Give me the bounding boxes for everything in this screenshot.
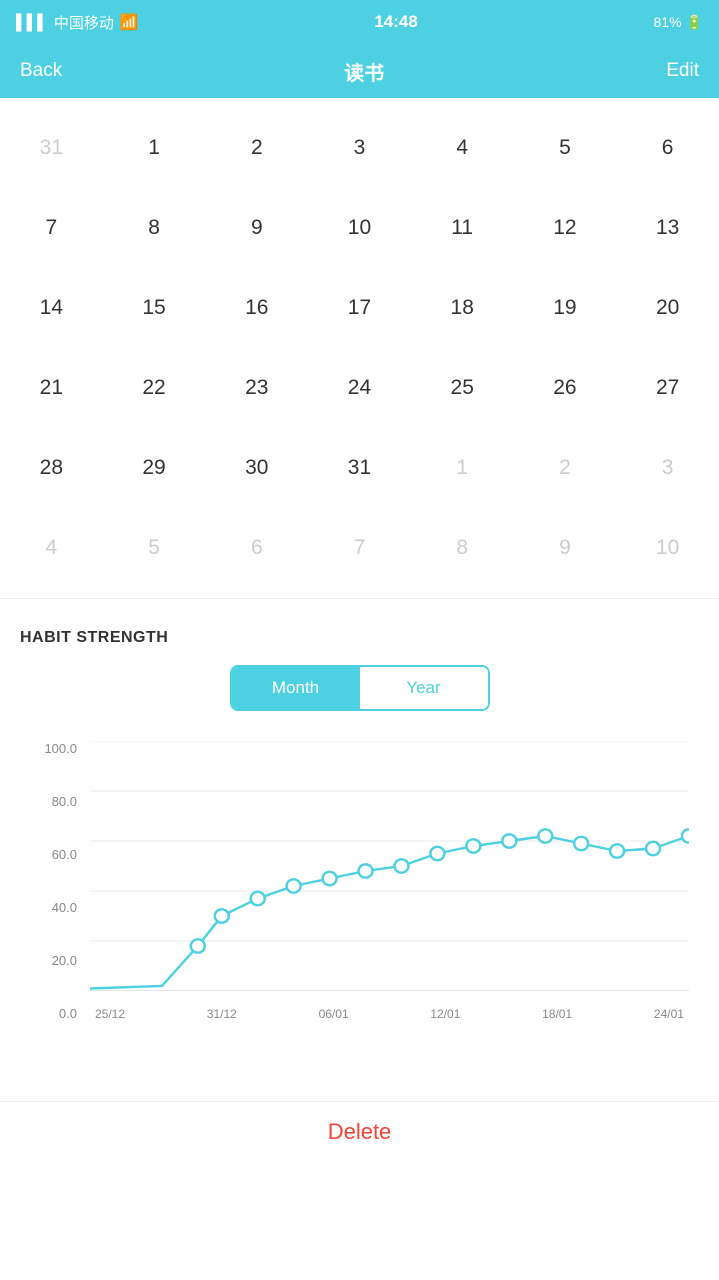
- wifi-icon: 📶: [120, 13, 139, 31]
- habit-strength-title: HABIT STRENGTH: [20, 629, 699, 647]
- calendar-day[interactable]: 10: [308, 188, 411, 268]
- calendar-day[interactable]: 20: [616, 268, 719, 348]
- calendar-day[interactable]: 29: [103, 428, 206, 508]
- x-axis-label: 25/12: [95, 1007, 125, 1021]
- calendar-day[interactable]: 6: [205, 508, 308, 588]
- status-time: 14:48: [374, 12, 417, 32]
- status-bar: ▌▌▌ 中国移动 📶 14:48 81% 🔋: [0, 0, 719, 44]
- chart-container: 100.0 80.0 60.0 40.0 20.0 0.0 25/12 31/12 06/01…: [20, 731, 699, 1071]
- calendar-day[interactable]: 19: [514, 268, 617, 348]
- x-axis-labels: 25/12 31/12 06/01 12/01 18/01 24/01: [90, 1007, 689, 1021]
- calendar-day[interactable]: 25: [411, 348, 514, 428]
- bottom-bar: Delete: [0, 1101, 719, 1161]
- calendar-day[interactable]: 4: [411, 108, 514, 188]
- calendar-section: 3112345678910111213141516171819202122232…: [0, 98, 719, 588]
- x-axis-label: 31/12: [207, 1007, 237, 1021]
- calendar-day[interactable]: 9: [514, 508, 617, 588]
- calendar-day[interactable]: 2: [205, 108, 308, 188]
- line-chart: [90, 741, 689, 991]
- calendar-day[interactable]: 14: [0, 268, 103, 348]
- calendar-day[interactable]: 11: [411, 188, 514, 268]
- toggle-group: Month Year: [230, 665, 490, 711]
- x-axis-label: 06/01: [319, 1007, 349, 1021]
- calendar-day[interactable]: 7: [308, 508, 411, 588]
- calendar-day[interactable]: 1: [411, 428, 514, 508]
- calendar-day[interactable]: 9: [205, 188, 308, 268]
- back-button[interactable]: Back: [20, 60, 62, 82]
- calendar-day[interactable]: 8: [103, 188, 206, 268]
- calendar-day[interactable]: 21: [0, 348, 103, 428]
- calendar-day[interactable]: 3: [308, 108, 411, 188]
- calendar-day[interactable]: 31: [308, 428, 411, 508]
- calendar-day[interactable]: 18: [411, 268, 514, 348]
- calendar-day[interactable]: 22: [103, 348, 206, 428]
- status-left: ▌▌▌ 中国移动 📶: [16, 12, 139, 33]
- calendar-day[interactable]: 4: [0, 508, 103, 588]
- calendar-day[interactable]: 23: [205, 348, 308, 428]
- y-axis-label: 100.0: [44, 741, 77, 756]
- calendar-day[interactable]: 5: [514, 108, 617, 188]
- calendar-day[interactable]: 26: [514, 348, 617, 428]
- calendar-day[interactable]: 28: [0, 428, 103, 508]
- calendar-grid: 3112345678910111213141516171819202122232…: [0, 108, 719, 588]
- battery-label: 81%: [654, 14, 682, 30]
- y-axis-label: 40.0: [52, 900, 77, 915]
- calendar-day[interactable]: 31: [0, 108, 103, 188]
- y-axis-label: 60.0: [52, 847, 77, 862]
- calendar-day[interactable]: 8: [411, 508, 514, 588]
- toggle-year-button[interactable]: Year: [360, 667, 488, 709]
- status-right: 81% 🔋: [654, 14, 703, 31]
- calendar-day[interactable]: 6: [616, 108, 719, 188]
- calendar-day[interactable]: 2: [514, 428, 617, 508]
- y-axis-label: 0.0: [59, 1006, 77, 1021]
- calendar-day[interactable]: 7: [0, 188, 103, 268]
- y-axis-label: 20.0: [52, 953, 77, 968]
- chart-inner: 25/12 31/12 06/01 12/01 18/01 24/01: [90, 741, 689, 1021]
- calendar-day[interactable]: 27: [616, 348, 719, 428]
- x-axis-label: 18/01: [542, 1007, 572, 1021]
- nav-bar: Back 读书 Edit: [0, 44, 719, 98]
- calendar-day[interactable]: 16: [205, 268, 308, 348]
- calendar-day[interactable]: 17: [308, 268, 411, 348]
- x-axis-label: 24/01: [654, 1007, 684, 1021]
- delete-button[interactable]: Delete: [328, 1119, 392, 1145]
- calendar-day[interactable]: 3: [616, 428, 719, 508]
- calendar-day[interactable]: 1: [103, 108, 206, 188]
- calendar-day[interactable]: 12: [514, 188, 617, 268]
- carrier-label: 中国移动: [54, 12, 114, 33]
- calendar-day[interactable]: 15: [103, 268, 206, 348]
- signal-icon: ▌▌▌: [16, 14, 48, 31]
- calendar-day[interactable]: 24: [308, 348, 411, 428]
- calendar-day[interactable]: 5: [103, 508, 206, 588]
- calendar-day[interactable]: 13: [616, 188, 719, 268]
- y-axis-labels: 100.0 80.0 60.0 40.0 20.0 0.0: [20, 741, 85, 1021]
- battery-icon: 🔋: [686, 14, 703, 31]
- habit-section: HABIT STRENGTH Month Year 100.0 80.0 60.0 4…: [0, 609, 719, 1081]
- page-title: 读书: [344, 57, 384, 86]
- calendar-day[interactable]: 30: [205, 428, 308, 508]
- y-axis-label: 80.0: [52, 794, 77, 809]
- toggle-month-button[interactable]: Month: [232, 667, 360, 709]
- calendar-day[interactable]: 10: [616, 508, 719, 588]
- x-axis-label: 12/01: [430, 1007, 460, 1021]
- divider: [0, 598, 719, 599]
- edit-button[interactable]: Edit: [666, 60, 699, 82]
